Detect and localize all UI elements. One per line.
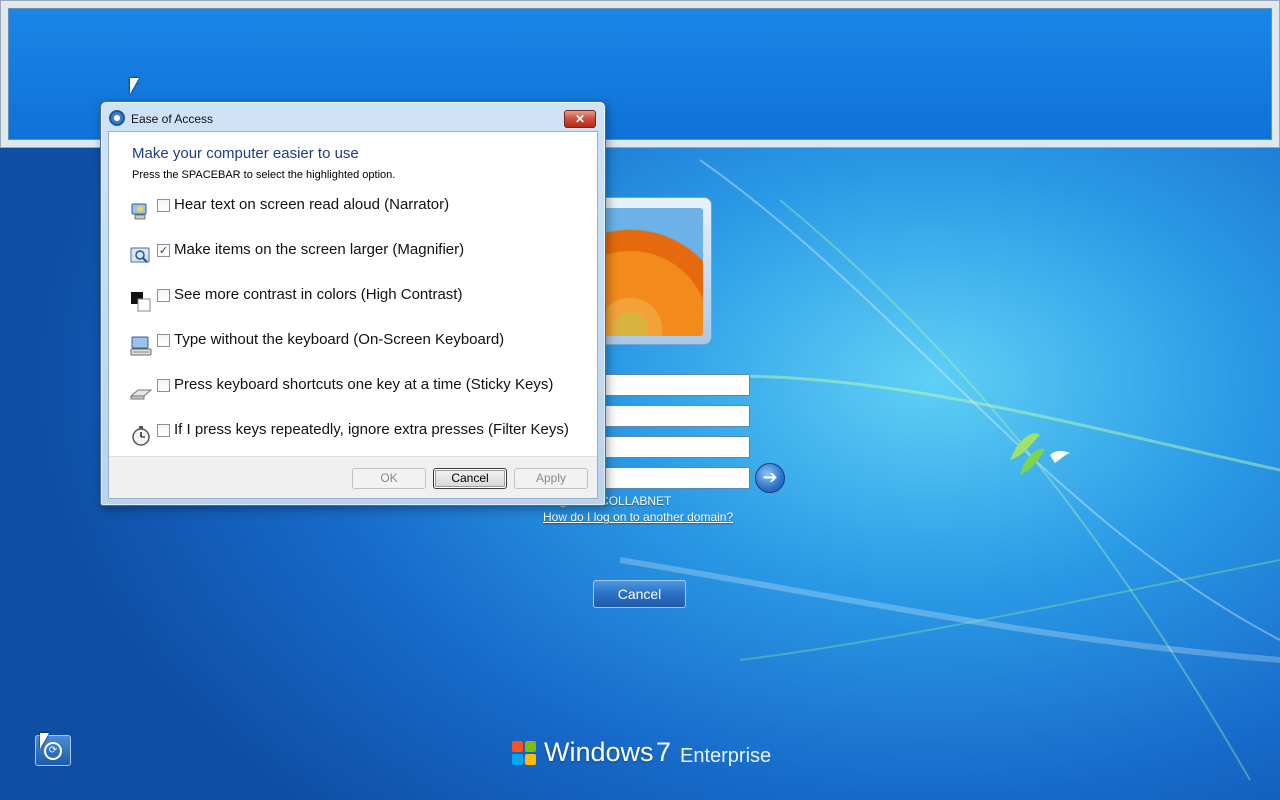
option-on-screen-keyboard[interactable]: Type without the keyboard (On-Screen Key… [109,331,589,361]
logon-cancel-button[interactable]: Cancel [593,580,686,608]
mouse-cursor-icon [130,78,139,94]
option-magnifier[interactable]: ✓ Make items on the screen larger (Magni… [109,241,589,271]
option-narrator[interactable]: Hear text on screen read aloud (Narrator… [109,196,589,226]
sticky-keys-icon [130,389,152,400]
magnifier-icon [130,247,150,263]
cancel-button[interactable]: Cancel [433,468,507,489]
on-screen-keyboard-checkbox[interactable] [157,334,170,347]
option-filter-keys[interactable]: If I press keys repeatedly, ignore extra… [109,421,589,451]
ok-button[interactable]: OK [352,468,426,489]
bird-logo [1010,433,1070,475]
brand-windows: Windows [544,737,654,767]
magnifier-checkbox[interactable]: ✓ [157,244,170,257]
brand-edition: Enterprise [680,745,772,767]
windows-logo-icon [512,741,538,767]
dialog-heading: Make your computer easier to use [132,145,359,162]
brand-version: 7 [656,737,672,767]
filter-keys-label: If I press keys repeatedly, ignore extra… [174,421,569,438]
other-domain-link[interactable]: How do I log on to another domain? [543,510,733,524]
apply-button[interactable]: Apply [514,468,588,489]
high-contrast-checkbox[interactable] [157,289,170,302]
stopwatch-icon [132,426,150,446]
on-screen-keyboard-label: Type without the keyboard (On-Screen Key… [174,331,505,348]
sticky-keys-label: Press keyboard shortcuts one key at a ti… [174,376,554,393]
high-contrast-icon [131,292,151,312]
high-contrast-label: See more contrast in colors (High Contra… [174,286,463,303]
dialog-subheading: Press the SPACEBAR to select the highlig… [132,169,396,181]
ease-of-access-icon [109,110,125,126]
mouse-cursor-icon [40,733,49,749]
keyboard-icon [130,336,152,356]
option-sticky-keys[interactable]: Press keyboard shortcuts one key at a ti… [109,376,589,406]
option-high-contrast[interactable]: See more contrast in colors (High Contra… [109,286,589,316]
narrator-label: Hear text on screen read aloud (Narrator… [174,196,450,213]
filter-keys-checkbox[interactable] [157,424,170,437]
dialog-client: Make your computer easier to use Press t… [108,131,598,499]
close-button[interactable]: ✕ [564,110,596,128]
dialog-title: Ease of Access [131,112,214,126]
ease-of-access-dialog: Ease of Access ✕ Make your computer easi… [100,101,606,506]
magnifier-label: Make items on the screen larger (Magnifi… [174,241,465,258]
sticky-keys-checkbox[interactable] [157,379,170,392]
narrator-icon [131,203,147,220]
dialog-titlebar[interactable]: Ease of Access ✕ [101,102,605,132]
submit-arrow-button[interactable]: ➔ [755,463,785,493]
narrator-checkbox[interactable] [157,199,170,212]
dialog-button-bar: OK Cancel Apply [109,456,597,498]
